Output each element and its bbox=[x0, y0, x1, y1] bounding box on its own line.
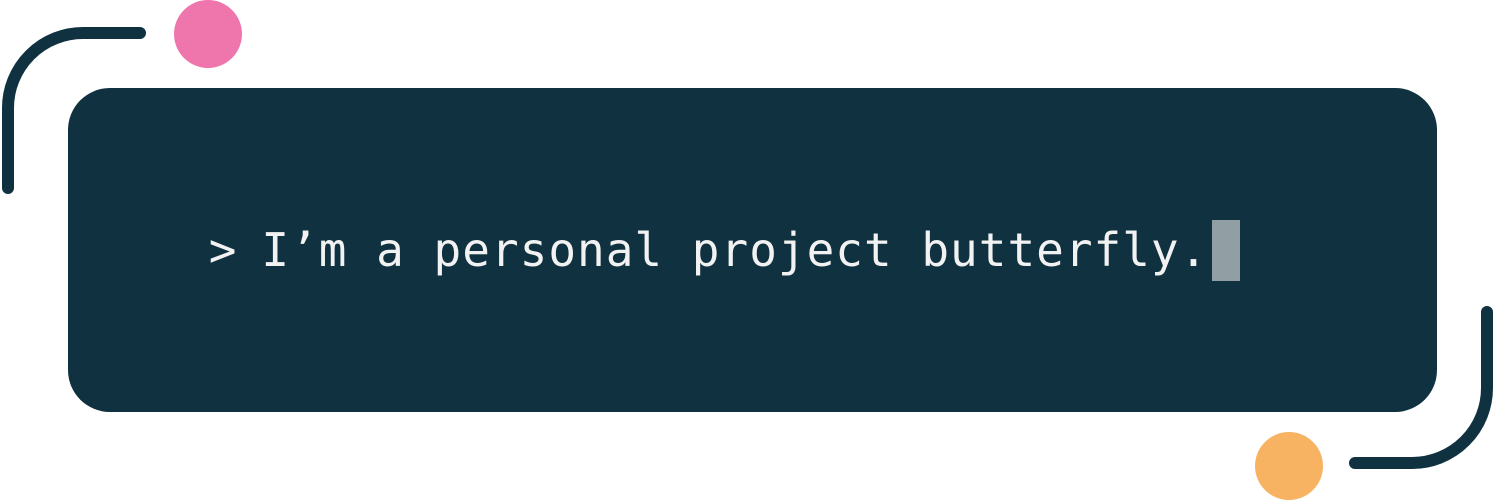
pink-dot bbox=[174, 0, 242, 68]
banner: > I’m a personal project butterfly. bbox=[0, 0, 1497, 500]
prompt-symbol: > bbox=[208, 223, 238, 277]
orange-dot bbox=[1255, 432, 1323, 500]
terminal-text: I’m a personal project butterfly. bbox=[261, 223, 1209, 277]
text-cursor bbox=[1212, 219, 1241, 281]
terminal-window: > I’m a personal project butterfly. bbox=[68, 88, 1437, 412]
terminal-line: > I’m a personal project butterfly. bbox=[208, 219, 1241, 281]
